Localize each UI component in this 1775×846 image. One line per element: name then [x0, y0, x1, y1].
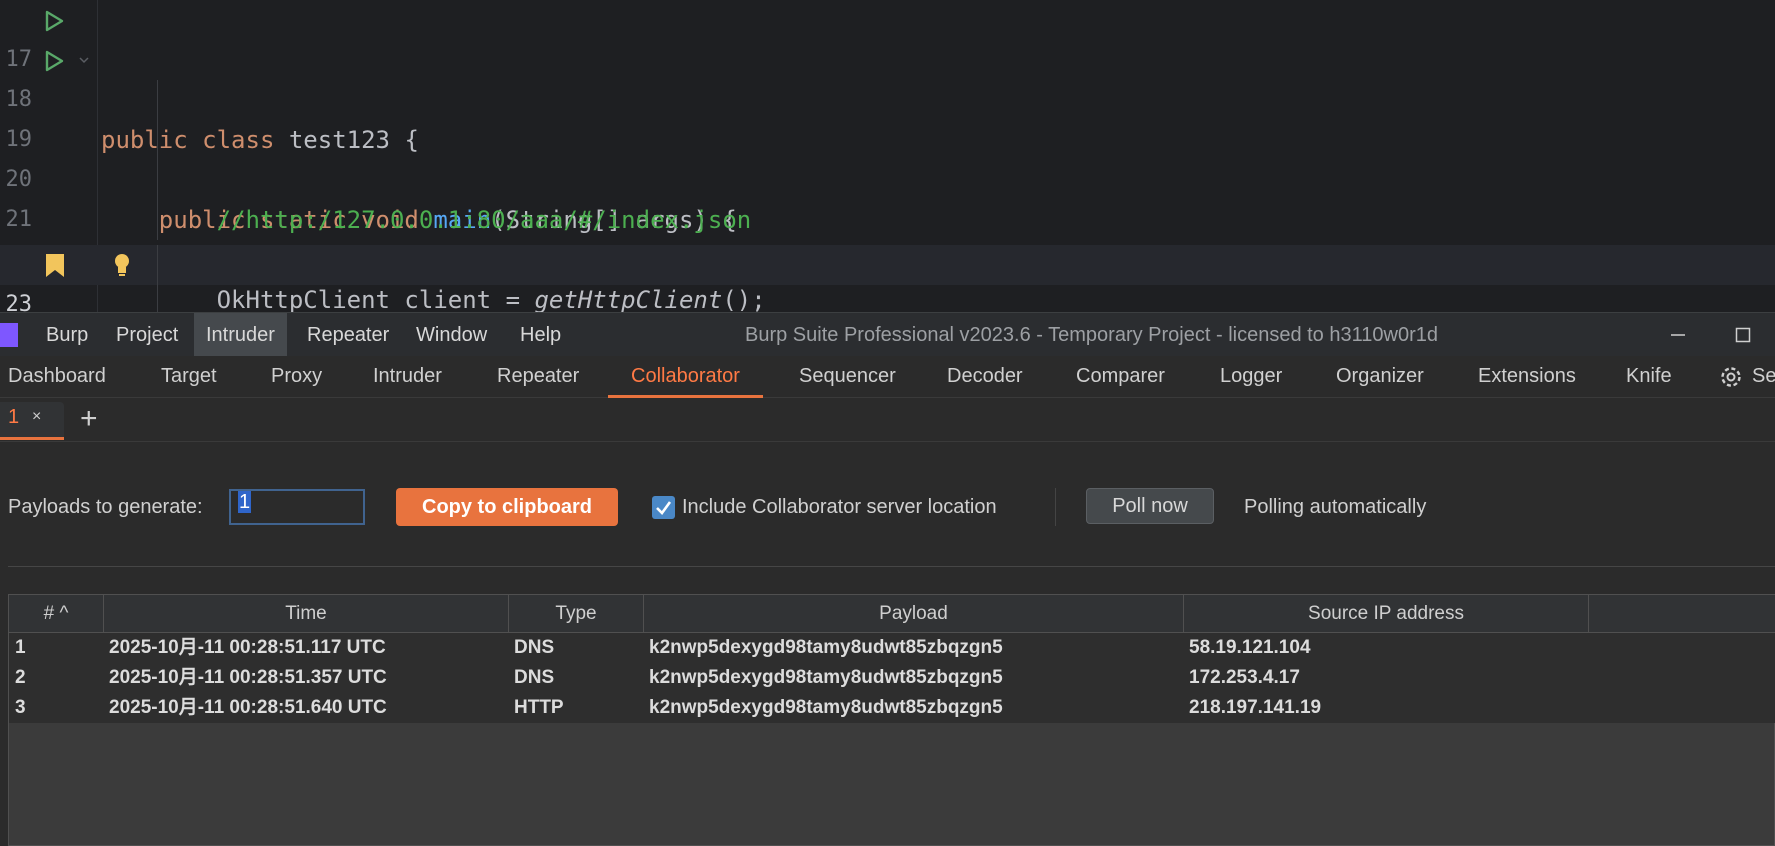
tab-target[interactable]: Target [161, 356, 217, 398]
tab-logger[interactable]: Logger [1220, 356, 1282, 398]
menu-repeater[interactable]: Repeater [295, 313, 401, 357]
code-line-24[interactable]: 24 // 客户端标识（模拟浏览器） [0, 285, 1775, 312]
cell-payload: k2nwp5dexygd98tamy8udwt85zbqzgn5 [649, 667, 1003, 688]
burp-window: Burp Project Intruder Repeater Window He… [0, 312, 1775, 846]
cell-number: 2 [15, 667, 26, 688]
menu-intruder[interactable]: Intruder [194, 313, 287, 357]
cell-type: DNS [514, 667, 555, 688]
subtab-label: 1 [8, 406, 20, 428]
tab-collaborator[interactable]: Collaborator [608, 356, 763, 398]
tab-intruder[interactable]: Intruder [373, 356, 442, 398]
fold-chevron-icon[interactable] [78, 54, 90, 66]
cell-payload: k2nwp5dexygd98tamy8udwt85zbqzgn5 [649, 697, 1003, 718]
menu-bar: Burp Project Intruder Repeater Window He… [0, 312, 1775, 357]
column-header-type[interactable]: Type [509, 595, 644, 633]
menu-burp[interactable]: Burp [34, 313, 100, 357]
include-location-label: Include Collaborator server location [682, 496, 997, 518]
cell-number: 1 [15, 637, 26, 658]
code-line-23[interactable]: 23 Map<String, String> headers = new Has… [0, 245, 1775, 312]
maximize-icon[interactable] [1735, 327, 1751, 343]
indent-guide [157, 120, 158, 160]
code-line-17[interactable]: 17 public class test123 { [0, 0, 1775, 154]
code-line-20[interactable]: 20 String url = "http:/k2nwp5dexygd98tam… [0, 120, 1775, 274]
menu-project[interactable]: Project [104, 313, 190, 357]
code-line-21[interactable]: 21 OkHttpClient client = getHttpClient()… [0, 160, 1775, 312]
checkmark-icon [656, 501, 672, 515]
settings-gear-icon[interactable] [1718, 364, 1744, 390]
cell-number: 3 [15, 697, 26, 718]
tab-settings[interactable]: Se [1752, 356, 1775, 398]
tab-comparer[interactable]: Comparer [1076, 356, 1165, 398]
tab-repeater[interactable]: Repeater [497, 356, 579, 398]
tab-knife[interactable]: Knife [1626, 356, 1672, 398]
window-title: Burp Suite Professional v2023.6 - Tempor… [745, 324, 1438, 346]
column-header-time[interactable]: Time [104, 595, 509, 633]
payloads-count-value: 1 [238, 491, 252, 513]
collaborator-controls: Payloads to generate: 1 Copy to clipboar… [0, 442, 1775, 567]
poll-now-button[interactable]: Poll now [1086, 488, 1214, 524]
cell-source-ip: 58.19.121.104 [1189, 637, 1311, 658]
tab-extensions[interactable]: Extensions [1478, 356, 1576, 398]
menu-help[interactable]: Help [508, 313, 573, 357]
collaborator-subtab-bar: 1 × + [0, 398, 1775, 442]
cell-type: HTTP [514, 697, 564, 718]
column-header-source-ip[interactable]: Source IP address [1184, 595, 1589, 633]
close-tab-icon[interactable]: × [32, 408, 41, 426]
indent-guide [157, 80, 158, 120]
code-editor[interactable]: 17 public class test123 { 18 public stat… [0, 0, 1775, 312]
table-header: # ^ Time Type Payload Source IP address [9, 595, 1775, 633]
tab-organizer[interactable]: Organizer [1336, 356, 1424, 398]
tool-tab-bar: Dashboard Target Proxy Intruder Repeater… [0, 356, 1775, 398]
cell-payload: k2nwp5dexygd98tamy8udwt85zbqzgn5 [649, 637, 1003, 658]
burp-logo-icon [0, 323, 18, 347]
column-header-payload[interactable]: Payload [644, 595, 1184, 633]
indent-guide [157, 245, 158, 285]
column-header-number[interactable]: # ^ [9, 595, 104, 633]
table-row[interactable]: 2 2025-10月-11 00:28:51.357 UTC DNS k2nwp… [9, 663, 1775, 693]
divider [1055, 488, 1056, 526]
cell-type: DNS [514, 637, 555, 658]
cell-time: 2025-10月-11 00:28:51.357 UTC [109, 667, 387, 688]
tab-decoder[interactable]: Decoder [947, 356, 1023, 398]
code-line-18[interactable]: 18 public static void main(String[] args… [0, 40, 1775, 234]
divider [8, 566, 1775, 567]
payloads-count-input[interactable]: 1 [229, 489, 365, 525]
lightbulb-icon[interactable] [110, 252, 134, 278]
copy-to-clipboard-button[interactable]: Copy to clipboard [396, 488, 618, 526]
add-tab-icon[interactable]: + [80, 402, 98, 436]
minimize-icon[interactable] [1670, 327, 1686, 343]
cell-time: 2025-10月-11 00:28:51.640 UTC [109, 697, 387, 718]
indent-guide [157, 160, 158, 200]
tab-proxy[interactable]: Proxy [271, 356, 322, 398]
bookmark-icon[interactable] [45, 253, 65, 278]
tab-dashboard[interactable]: Dashboard [8, 356, 106, 398]
include-location-checkbox[interactable] [652, 496, 675, 519]
cell-source-ip: 172.253.4.17 [1189, 667, 1300, 688]
table-row[interactable]: 3 2025-10月-11 00:28:51.640 UTC HTTP k2nw… [9, 693, 1775, 723]
polling-status: Polling automatically [1244, 496, 1427, 518]
cell-time: 2025-10月-11 00:28:51.117 UTC [109, 637, 386, 658]
code-line-19[interactable]: 19 //http:/127.0.0.1:80/aaa/#/index.json [0, 80, 1775, 234]
subtab-1[interactable]: 1 × [0, 402, 64, 440]
code-line-22[interactable]: 22 Request.Builder builder = new Request… [0, 200, 1775, 272]
run-icon[interactable] [42, 9, 66, 33]
indent-guide [157, 200, 158, 240]
indent-guide [157, 285, 158, 312]
menu-window[interactable]: Window [404, 313, 499, 357]
cell-source-ip: 218.197.141.19 [1189, 697, 1322, 718]
interactions-table[interactable]: # ^ Time Type Payload Source IP address … [8, 594, 1775, 846]
run-icon[interactable] [42, 49, 66, 73]
table-row[interactable]: 1 2025-10月-11 00:28:51.117 UTC DNS k2nwp… [9, 633, 1775, 663]
tab-sequencer[interactable]: Sequencer [799, 356, 896, 398]
payloads-to-generate-label: Payloads to generate: [8, 496, 203, 518]
